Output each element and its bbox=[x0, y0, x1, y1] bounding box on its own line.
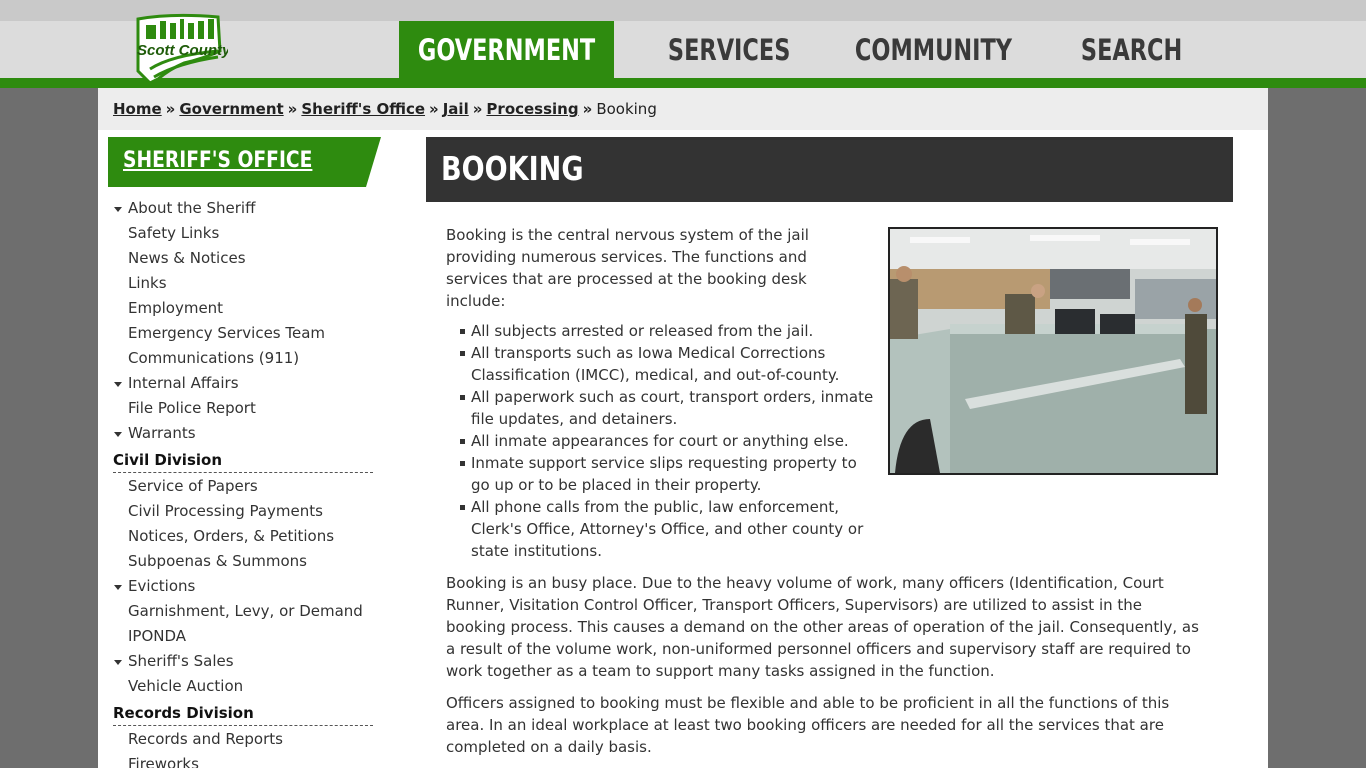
nav-search[interactable]: SEARCH bbox=[1062, 21, 1201, 78]
sidebar-menu: About the Sheriff Safety Links News & Noti… bbox=[113, 196, 373, 768]
sidebar-item-label: IPONDA bbox=[128, 627, 187, 645]
breadcrumb-separator: » bbox=[165, 100, 176, 118]
caret-down-icon[interactable] bbox=[114, 432, 122, 437]
sidebar-item-label: About the Sheriff bbox=[128, 199, 256, 217]
breadcrumb-processing[interactable]: Processing bbox=[486, 100, 578, 118]
sidebar-item-label: Links bbox=[128, 274, 167, 292]
sidebar-item-label: Sheriff's Sales bbox=[128, 652, 234, 670]
sidebar-item[interactable]: Subpoenas & Summons bbox=[113, 549, 373, 574]
list-item: All transports such as Iowa Medical Corr… bbox=[460, 342, 874, 386]
list-item: All phone calls from the public, law enf… bbox=[460, 496, 874, 562]
sidebar-item-label: Fireworks bbox=[128, 755, 199, 768]
sidebar-item[interactable]: Service of Papers bbox=[113, 474, 373, 499]
sidebar-item[interactable]: Notices, Orders, & Petitions bbox=[113, 524, 373, 549]
sidebar-item-label: Service of Papers bbox=[128, 477, 258, 495]
sidebar-item[interactable]: Records and Reports bbox=[113, 727, 373, 752]
sidebar-item[interactable]: News & Notices bbox=[113, 246, 373, 271]
breadcrumb-separator: » bbox=[429, 100, 439, 118]
nav-community[interactable]: COMMUNITY bbox=[836, 21, 1031, 78]
sidebar-item[interactable]: Warrants bbox=[113, 421, 373, 446]
list-item: Inmate support service slips requesting … bbox=[460, 452, 874, 496]
sidebar-item-label: Civil Processing Payments bbox=[128, 502, 323, 520]
sidebar-item-label: Records and Reports bbox=[128, 730, 283, 748]
sidebar-item[interactable]: Sheriff's Sales bbox=[113, 649, 373, 674]
sidebar-item-label: Vehicle Auction bbox=[128, 677, 244, 695]
list-item: All inmate appearances for court or anyt… bbox=[460, 430, 874, 452]
sidebar-item-label: Civil Division bbox=[113, 451, 222, 469]
list-item: All paperwork such as court, transport o… bbox=[460, 386, 874, 430]
logo-icon: Scott County bbox=[136, 13, 231, 85]
caret-down-icon[interactable] bbox=[114, 660, 122, 665]
nav-government[interactable]: GOVERNMENT bbox=[399, 21, 615, 78]
breadcrumb-separator: » bbox=[582, 100, 593, 118]
sidebar-item[interactable]: Civil Processing Payments bbox=[113, 499, 373, 524]
caret-down-icon[interactable] bbox=[114, 207, 122, 212]
sidebar-item-label: News & Notices bbox=[128, 249, 246, 267]
sidebar-item-label: Evictions bbox=[128, 577, 196, 595]
page-title-bar: BOOKING bbox=[426, 137, 1233, 202]
sidebar-item[interactable]: IPONDA bbox=[113, 624, 373, 649]
services-list: All subjects arrested or released from t… bbox=[446, 320, 874, 562]
booking-desk-photo bbox=[888, 227, 1218, 475]
sidebar-item-label: Safety Links bbox=[128, 224, 220, 242]
breadcrumb-government[interactable]: Government bbox=[179, 100, 283, 118]
sidebar-item[interactable]: About the Sheriff bbox=[113, 196, 373, 221]
sidebar-item[interactable]: File Police Report bbox=[113, 396, 373, 421]
sidebar-group-heading[interactable]: Civil Division bbox=[113, 446, 373, 473]
body-paragraph: Officers assigned to booking must be fle… bbox=[446, 694, 1170, 756]
sidebar-item[interactable]: Garnishment, Levy, or Demand bbox=[113, 599, 373, 624]
sidebar-item[interactable]: Evictions bbox=[113, 574, 373, 599]
sidebar-item-label: File Police Report bbox=[128, 399, 256, 417]
page-container: Home» Government» Sheriff's Office» Jail» Pr… bbox=[98, 88, 1268, 768]
breadcrumb-sheriffs-office[interactable]: Sheriff's Office bbox=[301, 100, 425, 118]
intro-paragraph: Booking is the central nervous system of… bbox=[446, 226, 809, 310]
breadcrumb-home[interactable]: Home bbox=[113, 100, 162, 118]
sidebar-item[interactable]: Internal Affairs bbox=[113, 371, 373, 396]
page-title: BOOKING bbox=[441, 149, 584, 188]
sidebar-item-label: Employment bbox=[128, 299, 224, 317]
main-nav: GOVERNMENT SERVICES COMMUNITY SEARCH bbox=[399, 21, 1224, 78]
breadcrumb-separator: » bbox=[472, 100, 483, 118]
sidebar-item[interactable]: Fireworks bbox=[113, 752, 373, 768]
sidebar-item[interactable]: Communications (911) bbox=[113, 346, 373, 371]
logo-text: Scott County bbox=[137, 42, 228, 59]
sidebar-item-label: Emergency Services Team bbox=[128, 324, 326, 342]
body-paragraph: Booking is an busy place. Due to the hea… bbox=[446, 574, 1199, 680]
breadcrumb: Home» Government» Sheriff's Office» Jail» Pr… bbox=[98, 88, 1268, 130]
sidebar-heading: SHERIFF'S OFFICE bbox=[108, 137, 381, 187]
sidebar-item[interactable]: Emergency Services Team bbox=[113, 321, 373, 346]
caret-down-icon[interactable] bbox=[114, 382, 122, 387]
sidebar-item-label: Internal Affairs bbox=[128, 374, 239, 392]
sidebar-item-label: Records Division bbox=[113, 704, 254, 722]
scott-county-logo[interactable]: Scott County bbox=[132, 11, 231, 87]
sidebar-item-label: Notices, Orders, & Petitions bbox=[128, 527, 335, 545]
sidebar-item-label: Communications (911) bbox=[128, 349, 300, 367]
sidebar-item-label: Garnishment, Levy, or Demand bbox=[128, 602, 363, 620]
sidebar-heading-link[interactable]: SHERIFF'S OFFICE bbox=[123, 148, 312, 173]
sidebar-item[interactable]: Employment bbox=[113, 296, 373, 321]
breadcrumb-jail[interactable]: Jail bbox=[443, 100, 469, 118]
sidebar-item[interactable]: Safety Links bbox=[113, 221, 373, 246]
sidebar-item[interactable]: Links bbox=[113, 271, 373, 296]
breadcrumb-separator: » bbox=[287, 100, 298, 118]
booking-desk-image bbox=[890, 229, 1216, 473]
caret-down-icon[interactable] bbox=[114, 585, 122, 590]
sidebar-group-heading[interactable]: Records Division bbox=[113, 699, 373, 726]
nav-services[interactable]: SERVICES bbox=[649, 21, 809, 78]
sidebar-item[interactable]: Vehicle Auction bbox=[113, 674, 373, 699]
sidebar-item-label: Subpoenas & Summons bbox=[128, 552, 307, 570]
breadcrumb-current: Booking bbox=[596, 100, 657, 118]
list-item: All subjects arrested or released from t… bbox=[460, 320, 874, 342]
sidebar-item-label: Warrants bbox=[128, 424, 196, 442]
